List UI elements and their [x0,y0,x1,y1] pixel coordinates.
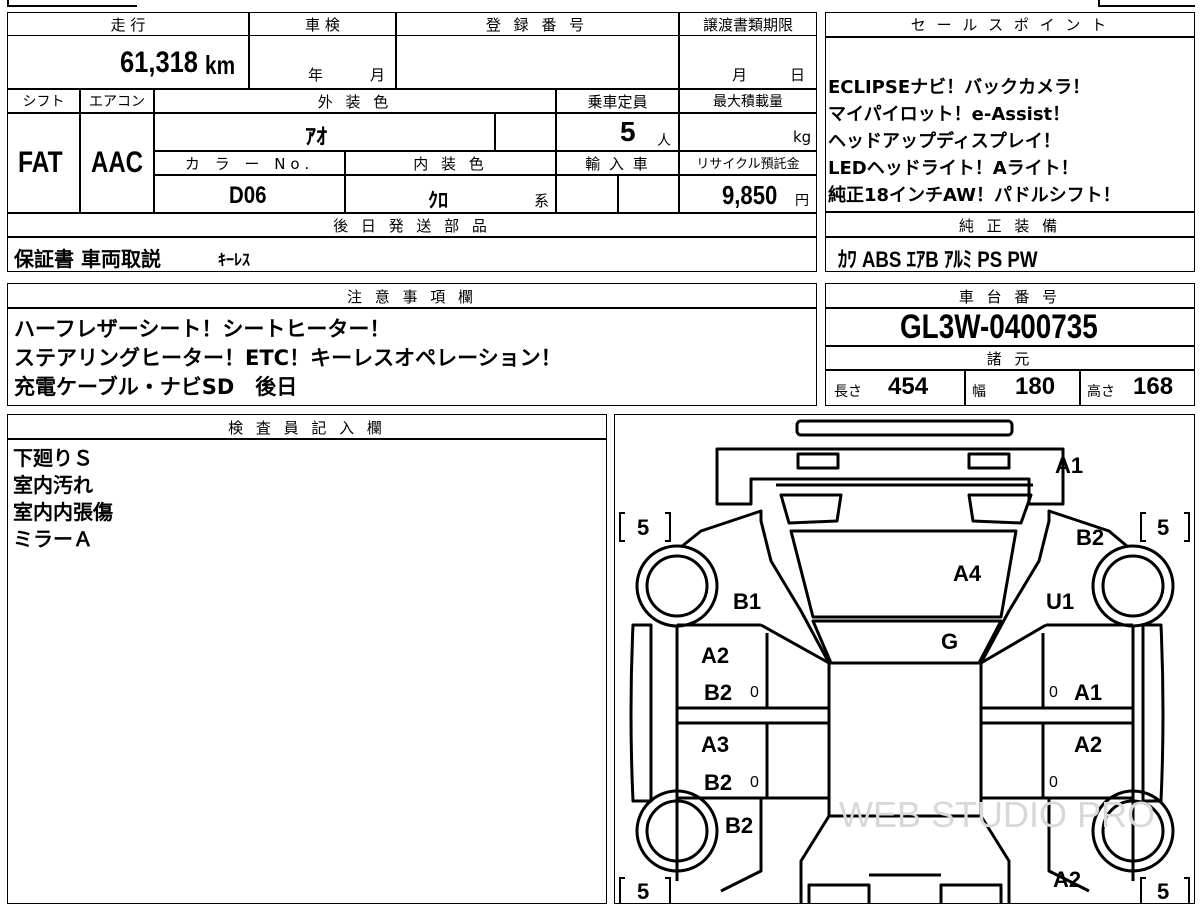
mark-left-rear-door-2: B2 [704,770,732,795]
interior-color-header: 内 装 色 [413,155,488,173]
chassis-header: 車 台 番 号 [958,288,1062,306]
standard-equipment-value: ｶﾜ ABS ｴｱB ｱﾙﾐ PS PW [838,247,1038,272]
import-header: 輸 入 車 [585,155,650,173]
capacity-header: 乗車定員 [587,93,648,111]
sales-point-line: マイパイロット！e-Assist！ [828,104,1071,125]
car-diagram-box: WEB STUDIO PRO 5 5 5 5 A1 B2 B1 A4 U1 G … [614,414,1195,904]
transfer-deadline-header: 譲渡書類期限 [702,16,793,34]
shift-value: FAT [18,146,63,179]
zero-mark: 0 [750,774,759,791]
recycle-unit: 円 [795,193,809,209]
height-value: 168 [1133,373,1174,400]
inspector-header: 検 査 員 記 入 欄 [228,419,386,437]
notes-header: 注 意 事 項 欄 [346,288,478,306]
mark-front-right-fender: B2 [1076,525,1104,550]
note-line: ハーフレザーシート！シートヒーター！ [14,317,391,341]
max-load-unit: kg [793,128,812,146]
standard-equipment-header: 純 正 装 備 [958,217,1062,235]
inspector-line: 下廻りＳ [13,446,93,470]
exterior-color-value: ｱｵ [305,124,328,149]
watermark-text: WEB STUDIO PRO [839,794,1155,835]
inspector-box [7,414,607,904]
note-line: 充電ケーブル・ナビSD 後日 [14,375,298,399]
aircon-value: AAC [91,146,143,179]
inspection-header: 車 検 [305,16,340,34]
sales-point-line: 純正18インチAW！パドルシフト！ [828,185,1121,206]
inspector-line: 室内内張傷 [13,500,113,524]
mileage-unit: km [205,50,236,80]
interior-color-suffix: 系 [534,192,550,210]
color-no-value: D06 [229,182,267,209]
mark-right-rear-fender: A2 [1053,867,1081,892]
width-label: 幅 [972,384,986,400]
registration-header: 登 録 番 号 [485,16,589,34]
chassis-number: GL3W-0400735 [900,308,1098,346]
mark-left-front-door-2: B2 [704,680,732,705]
zero-mark: 0 [1049,774,1058,791]
exterior-color-header: 外 装 色 [317,93,393,111]
tire-label: 5 [1157,879,1169,904]
mark-left-rear-fender: B2 [725,813,753,838]
note-line: ステアリングヒーター！ETC！キーレスオペレーション！ [14,346,562,370]
mark-right-front-door: A1 [1074,680,1102,705]
mileage-header: 走 行 [110,16,146,34]
sales-point-line: LEDヘッドライト！Aライト！ [828,158,1079,179]
recycle-header: リサイクル預託金 [696,157,800,172]
sales-point-line: ヘッドアップディスプレイ！ [828,131,1061,152]
mark-front-left-fender: B1 [733,589,761,614]
later-parts-value1: 保証書 車両取説 [14,247,161,271]
tire-label: 5 [637,515,649,540]
tire-label: 5 [637,879,649,904]
length-value: 454 [888,373,929,400]
height-label: 高さ [1087,384,1115,400]
sales-points-header: セ ー ル ス ポ イ ン ト [910,16,1110,34]
transfer-day-label: 日 [790,66,806,84]
mark-right-rear-door: A2 [1074,732,1102,757]
tire-label: 5 [1157,515,1169,540]
inspection-year-label: 年 [308,66,324,84]
shift-header: シフト [22,94,65,110]
sales-point-line: ECLIPSEナビ！バックカメラ！ [828,77,1091,98]
recycle-value: 9,850 [722,180,778,210]
zero-mark: 0 [750,684,759,701]
mileage-value: 61,318 [120,46,199,79]
mark-bonnet: A4 [953,561,982,586]
max-load-header: 最大積載量 [713,94,783,110]
mark-left-front-door-1: A2 [701,643,729,668]
width-value: 180 [1015,373,1056,400]
mark-left-rear-door-1: A3 [701,732,729,757]
zero-mark: 0 [1049,684,1058,701]
length-label: 長さ [834,384,862,400]
inspector-line: 室内汚れ [13,473,93,497]
mark-windshield: G [941,629,958,654]
color-no-header: カ ラ ー No. [184,155,315,173]
interior-color-value: ｸﾛ [428,190,448,212]
later-parts-header: 後 日 発 送 部 品 [333,217,491,235]
later-parts-value2: ｷｰﾚｽ [218,250,251,269]
mark-right-pillar: U1 [1046,589,1074,614]
specs-header: 諸 元 [986,350,1034,368]
inspector-line: ミラーＡ [13,527,93,551]
inspection-month-label: 月 [370,66,386,84]
capacity-unit: 人 [657,133,671,149]
car-body-diagram: WEB STUDIO PRO 5 5 5 5 A1 B2 B1 A4 U1 G … [619,419,1190,904]
aircon-header: エアコン [89,94,145,110]
capacity-value: 5 [620,116,636,147]
transfer-month-label: 月 [732,66,748,84]
mark-front-bumper: A1 [1055,453,1083,478]
